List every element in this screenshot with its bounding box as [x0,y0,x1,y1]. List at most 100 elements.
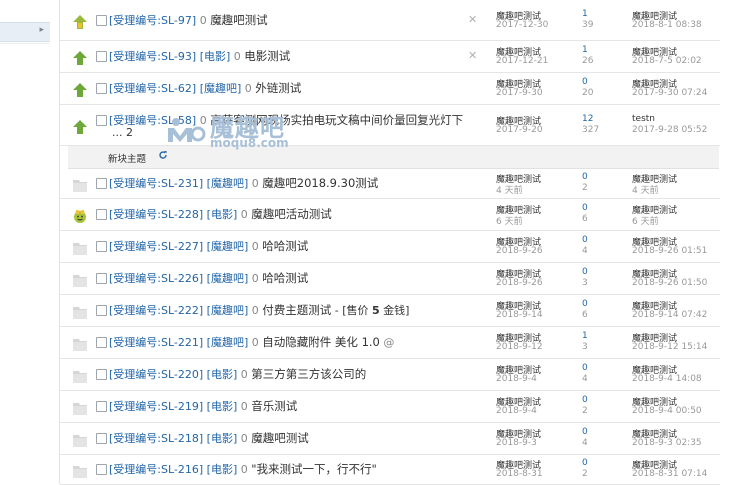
ticket-tag[interactable]: [受理编号:SL-222] [109,304,203,317]
ticket-tag[interactable]: [受理编号:SL-93] [109,50,196,63]
table-row[interactable]: [受理编号:SL-216] [电影] 0 "我来测试一下，行不行" 魔趣吧测试 20… [60,454,720,485]
last-post-date[interactable]: 2018-9-12 15:14 [632,342,707,352]
thread-title-link[interactable]: 付费主题测试 [262,303,331,317]
last-post-date[interactable]: 2018-7-5 02:02 [632,56,702,66]
new-threads-bar[interactable]: 新块主题 [68,145,719,169]
category-tag[interactable]: [电影] [207,432,238,445]
thread-title-link[interactable]: 魔趣吧测试 [251,431,309,445]
category-tag[interactable]: [电影] [207,400,238,413]
select-checkbox[interactable] [96,15,107,26]
table-row[interactable]: [受理编号:SL-231] [魔趣吧] 0 魔趣吧2018.9.30测试 魔趣吧测… [60,167,720,199]
last-post-date[interactable]: 2018-9-14 07:42 [632,310,707,320]
thread-title-link[interactable]: 外链测试 [255,81,301,95]
ticket-tag[interactable]: [受理编号:SL-219] [109,400,203,413]
ticket-tag[interactable]: [受理编号:SL-226] [109,272,203,285]
last-post-date[interactable]: 2018-9-4 14:08 [632,374,702,384]
last-post-date[interactable]: 2018-9-3 02:35 [632,438,702,448]
left-sidebar: ▸ [0,0,50,484]
close-icon[interactable]: ✕ [468,49,477,62]
select-checkbox[interactable] [96,51,107,62]
category-tag[interactable]: [魔趣吧] [207,272,249,285]
thread-title-link[interactable]: 电影测试 [244,49,290,63]
table-row[interactable]: [受理编号:SL-222] [魔趣吧] 0 付费主题测试 - [售价 5 金钱]… [60,294,720,327]
view-count: 4 [582,438,588,448]
thread-title-link[interactable]: 音乐测试 [251,399,297,413]
table-row[interactable]: [受理编号:SL-219] [电影] 0 音乐测试 魔趣吧测试 2018-9-4 0 2… [60,390,720,423]
ticket-tag[interactable]: [受理编号:SL-97] [109,14,196,27]
thread-title-link[interactable]: 哈哈测试 [262,271,308,285]
select-checkbox[interactable] [96,178,107,189]
category-tag[interactable]: [魔趣吧] [200,82,242,95]
ticket-tag[interactable]: [受理编号:SL-62] [109,82,196,95]
select-checkbox[interactable] [96,115,107,126]
category-tag[interactable]: [魔趣吧] [207,336,249,349]
thread-title-link[interactable]: 哈哈测试 [262,239,308,253]
table-row[interactable]: [受理编号:SL-226] [魔趣吧] 0 哈哈测试 魔趣吧测试 2018-9-26… [60,262,720,295]
ticket-tag[interactable]: [受理编号:SL-228] [109,208,203,221]
thread-title-link[interactable]: 魔趣吧活动测试 [251,207,332,221]
price-info: - [售价 5 金钱] [331,304,410,317]
ticket-tag[interactable]: [受理编号:SL-220] [109,368,203,381]
thread-title-link[interactable]: "我来测试一下，行不行" [251,462,377,476]
category-tag[interactable]: [魔趣吧] [207,240,249,253]
last-post-date[interactable]: 2018-8-31 07:14 [632,469,707,479]
ticket-tag[interactable]: [受理编号:SL-221] [109,336,203,349]
last-poster[interactable]: testn [632,114,655,124]
table-row[interactable]: [受理编号:SL-220] [电影] 0 第三方第三方该公司的 魔趣吧测试 2018… [60,358,720,391]
table-row[interactable]: [受理编号:SL-93] [电影] 0 电影测试 ✕ 魔趣吧测试 2017-12-21… [60,40,720,73]
table-row[interactable]: [受理编号:SL-58] 0 高萨客测网现场实拍电玩文稿中间价量回复光灯下...… [60,104,720,146]
category-tag[interactable]: [电影] [207,368,238,381]
last-post-date[interactable]: 2017-9-28 05:52 [632,125,707,135]
page-links[interactable]: ... 2 [112,126,133,139]
select-checkbox[interactable] [96,305,107,316]
last-post-date[interactable]: 4 天前 [632,183,659,196]
table-row[interactable]: [受理编号:SL-97] 0 魔趣吧测试 ✕ 魔趣吧测试 2017-12-30 1 39 魔… [60,0,720,41]
select-checkbox[interactable] [96,83,107,94]
table-row[interactable]: [受理编号:SL-221] [魔趣吧] 0 自动隐藏附件 美化 1.0 @ 魔趣吧… [60,326,720,359]
category-tag[interactable]: [电影] [207,463,238,476]
thread-title-link[interactable]: 自动隐藏附件 美化 1.0 [262,335,380,349]
table-row[interactable]: [受理编号:SL-227] [魔趣吧] 0 哈哈测试 魔趣吧测试 2018-9-26… [60,230,720,263]
thread-list: 新块主题 [受理编号:SL-97] 0 魔趣吧测试 ✕ 魔趣吧测试 2017-12-3… [60,0,720,485]
view-count: 6 [582,310,588,320]
thread-title-link[interactable]: 魔趣吧测试 [210,13,268,27]
category-tag[interactable]: [魔趣吧] [207,304,249,317]
select-checkbox[interactable] [96,337,107,348]
view-count: 3 [582,278,588,288]
sidebar-selected-item[interactable]: ▸ [0,22,50,42]
ticket-tag[interactable]: [受理编号:SL-218] [109,432,203,445]
select-checkbox[interactable] [96,241,107,252]
select-checkbox[interactable] [96,369,107,380]
last-post-date[interactable]: 6 天前 [632,214,659,227]
select-checkbox[interactable] [96,209,107,220]
view-count: 6 [582,214,588,224]
select-checkbox[interactable] [96,464,107,475]
close-icon[interactable]: ✕ [468,13,477,26]
last-post-date[interactable]: 2018-9-4 00:50 [632,406,702,416]
thread-title-link[interactable]: 魔趣吧2018.9.30测试 [262,176,378,190]
category-tag[interactable]: [魔趣吧] [207,177,249,190]
thread-title-link[interactable]: 高萨客测网现场实拍电玩文稿中间价量回复光灯下 [210,113,463,127]
thread-title: [受理编号:SL-93] [电影] 0 电影测试 [109,48,290,64]
last-post-date[interactable]: 2018-8-1 08:38 [632,20,702,30]
ticket-tag[interactable]: [受理编号:SL-216] [109,463,203,476]
category-tag[interactable]: [电影] [207,208,238,221]
table-row[interactable]: [受理编号:SL-228] [电影] 0 魔趣吧活动测试 魔趣吧测试 6 天前 0 6 魔… [60,198,720,231]
table-row[interactable]: [受理编号:SL-218] [电影] 0 魔趣吧测试 魔趣吧测试 2018-9-3 0… [60,422,720,455]
last-post-date[interactable]: 2018-9-26 01:50 [632,278,707,288]
reply-count: 0 [582,363,588,373]
view-count: 39 [582,20,594,30]
reward-count: 0 [244,82,252,95]
last-post-date[interactable]: 2017-9-30 07:24 [632,88,707,98]
select-checkbox[interactable] [96,433,107,444]
ticket-tag[interactable]: [受理编号:SL-227] [109,240,203,253]
thread-title-link[interactable]: 第三方第三方该公司的 [251,367,366,381]
ticket-tag[interactable]: [受理编号:SL-231] [109,177,203,190]
category-tag[interactable]: [电影] [200,50,231,63]
last-post-date[interactable]: 2018-9-26 01:51 [632,246,707,256]
reward-count: 0 [199,14,207,27]
refresh-icon[interactable] [158,150,168,160]
select-checkbox[interactable] [96,401,107,412]
select-checkbox[interactable] [96,273,107,284]
table-row[interactable]: [受理编号:SL-62] [魔趣吧] 0 外链测试 魔趣吧测试 2017-9-30 0… [60,72,720,105]
